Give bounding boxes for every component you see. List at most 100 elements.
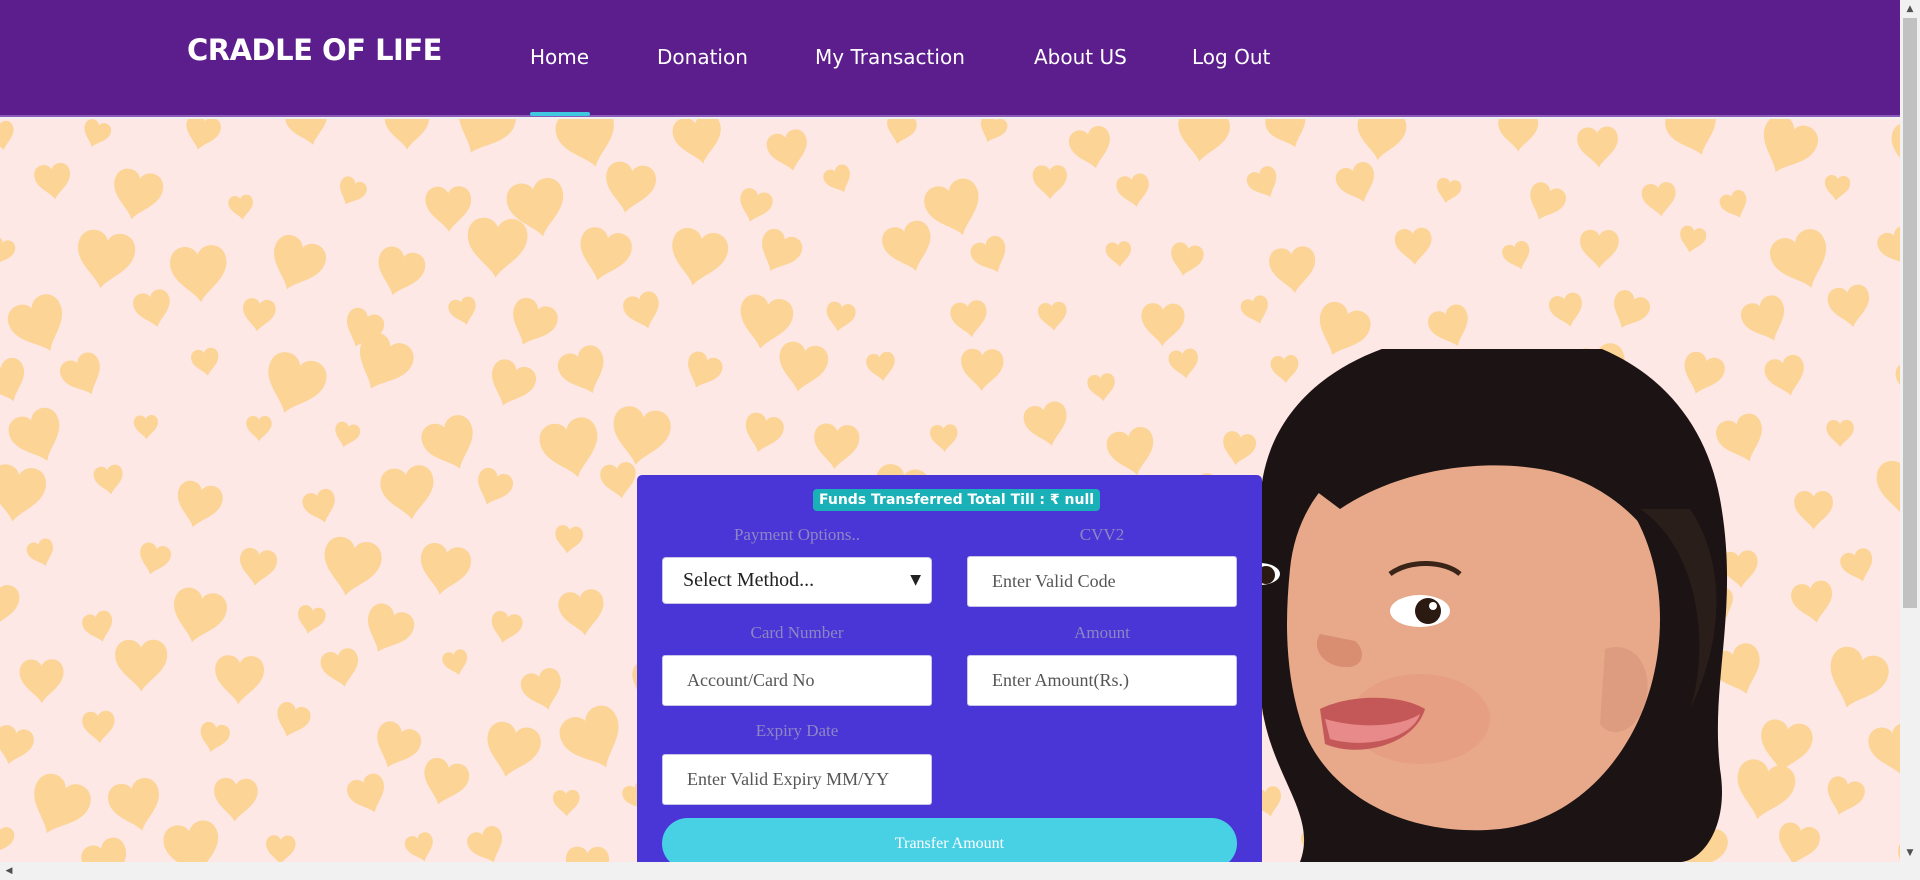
heart-pattern-shape — [369, 243, 429, 302]
heart-pattern-shape — [1244, 163, 1285, 204]
scroll-up-arrow-icon[interactable]: ▲ — [1900, 0, 1920, 18]
heart-pattern-shape — [256, 347, 331, 423]
horizontal-scrollbar[interactable]: ◀ — [0, 862, 1920, 880]
heart-pattern-shape — [378, 463, 439, 524]
heart-pattern-shape — [77, 834, 137, 862]
heart-pattern-shape — [1576, 125, 1620, 169]
heart-pattern-shape — [72, 227, 138, 293]
heart-pattern-shape — [1825, 282, 1874, 331]
heart-pattern-shape — [1765, 224, 1839, 298]
heart-pattern-shape — [502, 294, 562, 354]
heart-pattern-shape — [0, 821, 17, 859]
heart-pattern-shape — [384, 119, 430, 150]
heart-pattern-shape — [425, 185, 472, 233]
heart-pattern-shape — [0, 581, 21, 632]
active-nav-indicator — [530, 112, 590, 116]
heart-pattern-shape — [470, 465, 516, 511]
heart-pattern-shape — [33, 161, 74, 202]
heart-pattern-shape — [464, 823, 511, 862]
heart-pattern-shape — [920, 174, 990, 244]
amount-label: Amount — [1074, 623, 1130, 642]
heart-pattern-shape — [572, 224, 635, 287]
heart-pattern-shape — [270, 699, 313, 742]
heart-pattern-shape — [1032, 165, 1068, 200]
heart-pattern-shape — [974, 119, 1010, 147]
nav-link-donation[interactable]: Donation — [657, 45, 748, 69]
heart-pattern-shape — [1268, 245, 1318, 296]
funds-total-badge: Funds Transferred Total Till : ₹ null — [813, 489, 1101, 511]
transfer-amount-button[interactable]: Transfer Amount — [662, 818, 1237, 862]
heart-pattern-shape — [479, 718, 544, 784]
heart-pattern-shape — [265, 835, 296, 862]
top-navbar: CRADLE OF LIFE Home Donation My Transact… — [0, 0, 1900, 117]
card-number-input[interactable] — [662, 655, 932, 706]
heart-pattern-shape — [1750, 119, 1823, 184]
heart-pattern-shape — [440, 647, 472, 679]
heart-pattern-shape — [878, 217, 940, 279]
heart-pattern-shape — [967, 232, 1015, 280]
heart-pattern-shape — [1874, 222, 1900, 273]
heart-pattern-shape — [366, 717, 425, 776]
heart-pattern-shape — [1498, 119, 1539, 152]
heart-pattern-shape — [1105, 240, 1133, 269]
chevron-down-icon: ▼ — [910, 572, 921, 588]
heart-pattern-shape — [670, 119, 727, 169]
scroll-left-arrow-icon[interactable]: ◀ — [0, 862, 18, 880]
amount-input[interactable] — [967, 655, 1237, 706]
vertical-scroll-thumb[interactable] — [1903, 18, 1917, 608]
heart-pattern-shape — [282, 119, 334, 150]
heart-pattern-shape — [598, 460, 640, 502]
heart-pattern-shape — [131, 287, 176, 332]
heart-pattern-shape — [607, 403, 674, 470]
heart-pattern-shape — [262, 230, 331, 299]
heart-pattern-shape — [465, 216, 529, 280]
heart-pattern-shape — [553, 524, 584, 556]
heart-pattern-shape — [948, 298, 991, 340]
heart-pattern-shape — [107, 166, 166, 225]
heart-pattern-shape — [0, 354, 34, 409]
heart-pattern-shape — [56, 348, 111, 403]
nav-link-log-out[interactable]: Log Out — [1192, 45, 1270, 69]
heart-pattern-shape — [1433, 176, 1463, 206]
heart-pattern-shape — [170, 478, 226, 533]
heart-pattern-shape — [1661, 119, 1727, 163]
cvv-input[interactable] — [967, 556, 1237, 607]
vertical-scrollbar[interactable]: ▲ ▼ — [1900, 0, 1920, 862]
heart-pattern-shape — [1332, 159, 1383, 209]
heart-pattern-shape — [487, 609, 525, 647]
heart-pattern-shape — [212, 777, 259, 823]
heart-pattern-shape — [1166, 240, 1206, 280]
heart-pattern-shape — [1500, 239, 1535, 274]
heart-pattern-shape — [196, 720, 232, 756]
heart-pattern-shape — [554, 341, 615, 402]
heart-pattern-shape — [1737, 291, 1795, 349]
payment-method-selected-value: Select Method... — [683, 569, 815, 591]
heart-pattern-shape — [444, 119, 521, 165]
heart-pattern-shape — [1717, 187, 1753, 223]
heart-pattern-shape — [821, 162, 857, 198]
payment-form-card: Funds Transferred Total Till : ₹ null Pa… — [637, 475, 1262, 862]
heart-pattern-shape — [552, 789, 581, 817]
brand-logo[interactable]: CRADLE OF LIFE — [187, 33, 442, 67]
expiry-date-input[interactable] — [662, 754, 932, 805]
nav-link-about-us[interactable]: About US — [1034, 45, 1127, 69]
payment-method-select[interactable]: Select Method... ▼ — [662, 557, 932, 604]
heart-pattern-shape — [318, 646, 364, 691]
heart-pattern-shape — [446, 294, 481, 329]
heart-pattern-shape — [0, 722, 37, 769]
heart-pattern-shape — [3, 289, 76, 363]
heart-pattern-shape — [1521, 179, 1569, 227]
heart-pattern-shape — [1238, 293, 1274, 328]
heart-pattern-shape — [1640, 181, 1679, 219]
payment-options-label: Payment Options.. — [733, 525, 861, 544]
heart-pattern-shape — [115, 639, 168, 692]
nav-link-home[interactable]: Home — [530, 45, 589, 69]
heart-pattern-shape — [1353, 119, 1408, 164]
heart-pattern-shape — [665, 225, 731, 291]
heart-pattern-shape — [180, 119, 223, 154]
scroll-down-arrow-icon[interactable]: ▼ — [1900, 844, 1920, 862]
heart-pattern-shape — [1604, 287, 1654, 336]
heart-pattern-shape — [356, 599, 419, 662]
heart-pattern-shape — [133, 414, 159, 440]
nav-link-my-transaction[interactable]: My Transaction — [815, 45, 965, 69]
